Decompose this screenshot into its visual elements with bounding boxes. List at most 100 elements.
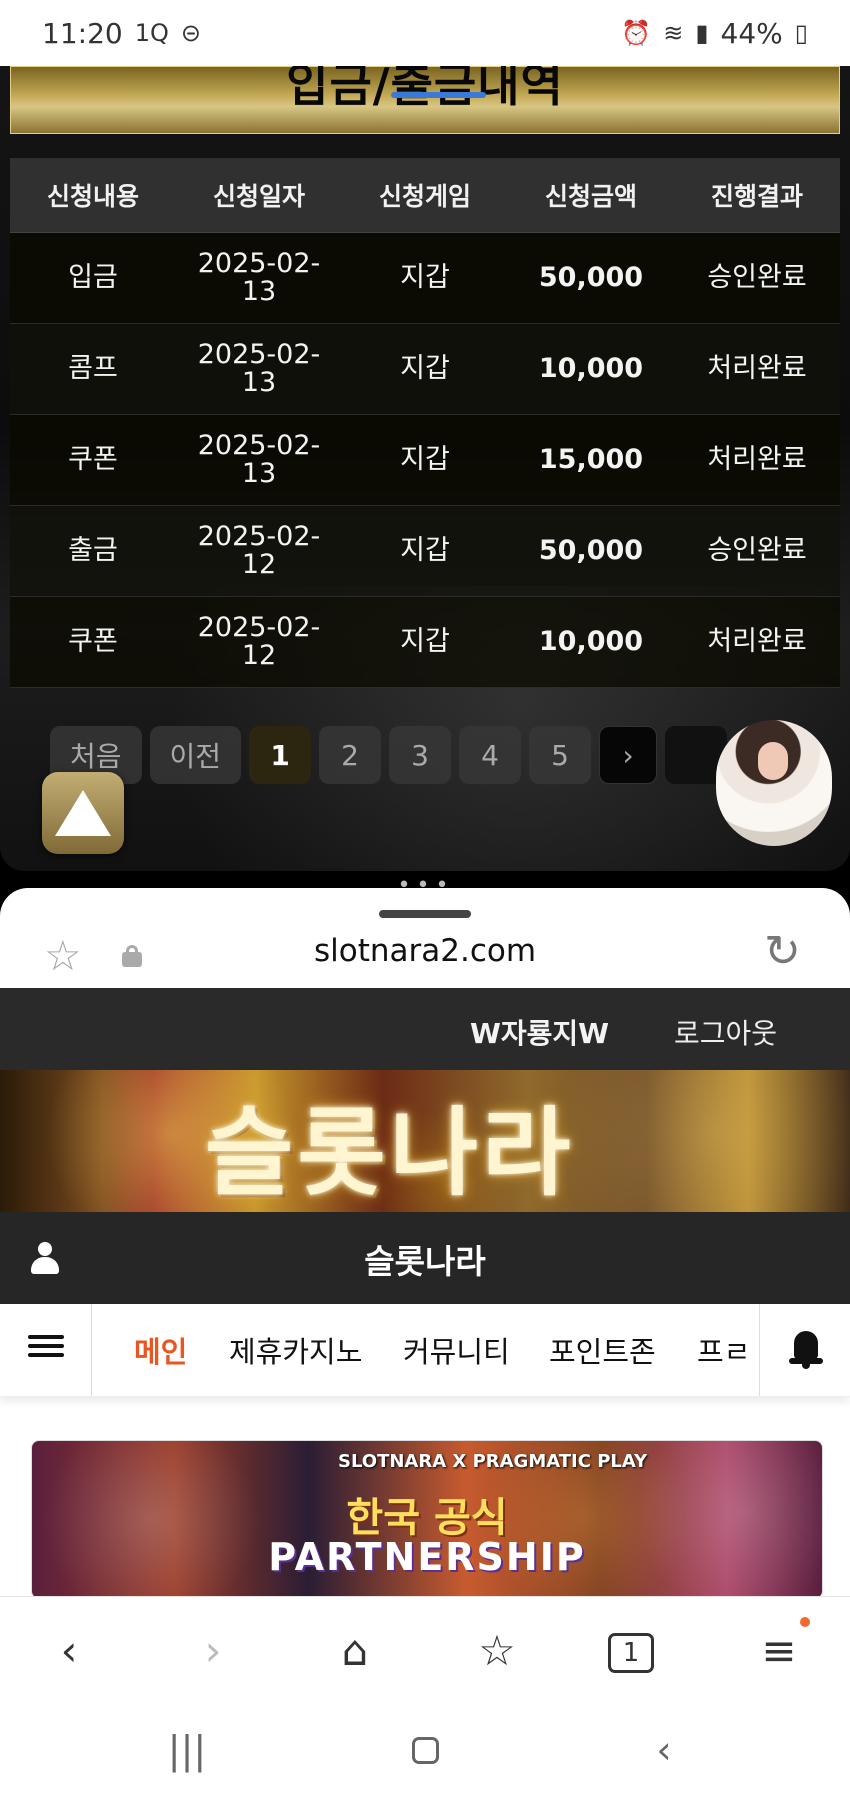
back-icon[interactable]: ‹ bbox=[40, 1621, 98, 1679]
page-1-button[interactable]: 1 bbox=[249, 726, 312, 784]
bell-clapper bbox=[802, 1364, 810, 1369]
cell-type: 쿠폰 bbox=[10, 414, 176, 506]
popup-title: 입금/출금내역 bbox=[286, 66, 564, 112]
bell-top bbox=[794, 1331, 818, 1359]
nav-divider-left bbox=[91, 1304, 92, 1396]
page-4-button[interactable]: 4 bbox=[459, 726, 522, 784]
logout-link[interactable]: 로그아웃 bbox=[674, 1012, 777, 1052]
partner-brand: SLOTNARA X PRAGMATIC PLAY bbox=[338, 1451, 648, 1472]
minus-circle-icon: ⊝ bbox=[180, 19, 201, 47]
cell-amount: 10,000 bbox=[508, 323, 674, 415]
header-request-type: 신청내용 bbox=[10, 158, 176, 233]
cell-game: 지갑 bbox=[342, 414, 508, 506]
cell-type: 콤프 bbox=[10, 323, 176, 415]
title-highlight bbox=[391, 92, 486, 98]
cell-date: 2025-02- 13 bbox=[176, 414, 342, 506]
header-request-result: 진행결과 bbox=[674, 158, 840, 233]
cell-amount: 50,000 bbox=[508, 232, 674, 324]
signal-icon: ▮ bbox=[695, 19, 709, 47]
home-square-icon bbox=[411, 1736, 439, 1764]
page-3-button[interactable]: 3 bbox=[389, 726, 452, 784]
browser-bottom-bar: ‹ › ⌂ ☆ 1 ≡ ||| ‹ bbox=[0, 1596, 850, 1795]
hamburger-menu-icon[interactable] bbox=[28, 1330, 64, 1366]
partnership-banner[interactable]: SLOTNARA X PRAGMATIC PLAY 한국 공식 PARTNERS… bbox=[31, 1440, 823, 1599]
address-bar: ☆ slotnara2.com ↻ bbox=[0, 913, 850, 988]
cell-type: 입금 bbox=[10, 232, 176, 324]
url-text[interactable]: slotnara2.com bbox=[0, 933, 850, 969]
user-bar: W자룡지W 로그아웃 bbox=[0, 988, 850, 1070]
avatar-face-icon bbox=[758, 742, 788, 780]
battery-icon: ▯ bbox=[794, 19, 808, 47]
bookmarks-icon[interactable]: ☆ bbox=[468, 1621, 526, 1679]
one-q-icon: 1Q bbox=[134, 19, 169, 47]
status-bar: 11:20 1Q ⊝ ⏰ ≋ ▮ 44% ▯ bbox=[0, 0, 850, 66]
username: W자룡지W bbox=[470, 1017, 610, 1050]
site-title-bar: 슬롯나라 bbox=[0, 1212, 850, 1304]
status-right: ⏰ ≋ ▮ 44% ▯ bbox=[621, 17, 808, 50]
notification-bell-icon[interactable] bbox=[789, 1331, 823, 1369]
chat-avatar-button[interactable] bbox=[716, 720, 832, 846]
cell-amount: 10,000 bbox=[508, 596, 674, 688]
home-icon[interactable]: ⌂ bbox=[326, 1621, 384, 1679]
previous-page-button[interactable]: 이전 bbox=[149, 726, 242, 784]
cell-result: 승인완료 bbox=[674, 232, 840, 324]
recent-apps-icon[interactable]: ||| bbox=[157, 1725, 217, 1775]
nav-divider-right bbox=[759, 1304, 760, 1396]
cell-type: 쿠폰 bbox=[10, 596, 176, 688]
pagination: 처음 이전 1 2 3 4 5 › bbox=[50, 726, 728, 784]
history-popup: 입금/출금내역 신청내용 신청일자 신청게임 신청금액 진행결과 입금 2025… bbox=[0, 66, 850, 871]
table-row: 출금 2025-02- 12 지갑 50,000 승인완료 bbox=[10, 505, 840, 597]
site-banner[interactable]: 슬롯나라 bbox=[0, 1070, 850, 1212]
cell-date: 2025-02- 13 bbox=[176, 323, 342, 415]
cell-amount: 50,000 bbox=[508, 505, 674, 597]
alarm-icon: ⏰ bbox=[621, 19, 652, 47]
table-row: 쿠폰 2025-02- 13 지갑 15,000 처리완료 bbox=[10, 414, 840, 506]
popup-title-band: 입금/출금내역 bbox=[10, 66, 840, 134]
forward-icon[interactable]: › bbox=[184, 1621, 242, 1679]
cell-date: 2025-02- 13 bbox=[176, 232, 342, 324]
cell-result: 처리완료 bbox=[674, 323, 840, 415]
header-request-game: 신청게임 bbox=[342, 158, 508, 233]
up-arrow-icon bbox=[55, 790, 111, 836]
scroll-to-top-button[interactable] bbox=[42, 772, 124, 854]
partner-subtitle: PARTNERSHIP bbox=[268, 1535, 586, 1579]
system-navigation: ||| ‹ bbox=[0, 1705, 850, 1795]
next-page-button[interactable]: › bbox=[599, 726, 658, 784]
nav-point-zone[interactable]: 포인트존 bbox=[549, 1329, 656, 1371]
cell-date: 2025-02- 12 bbox=[176, 505, 342, 597]
battery-percent: 44% bbox=[720, 16, 783, 50]
nav-partner-casino[interactable]: 제휴카지노 bbox=[229, 1329, 362, 1371]
tabs-count: 1 bbox=[622, 1638, 640, 1668]
notification-dot bbox=[800, 1617, 810, 1627]
cell-game: 지갑 bbox=[342, 596, 508, 688]
header-request-amount: 신청금액 bbox=[508, 158, 674, 233]
page-5-button[interactable]: 5 bbox=[529, 726, 592, 784]
cell-amount: 15,000 bbox=[508, 414, 674, 506]
browser-menu-icon[interactable]: ≡ bbox=[750, 1621, 808, 1679]
table-header-row: 신청내용 신청일자 신청게임 신청금액 진행결과 bbox=[10, 158, 840, 233]
nav-more[interactable]: 프ㄹ bbox=[697, 1329, 750, 1371]
cell-type: 출금 bbox=[10, 505, 176, 597]
cell-result: 처리완료 bbox=[674, 414, 840, 506]
history-table: 신청내용 신청일자 신청게임 신청금액 진행결과 입금 2025-02- 13 … bbox=[10, 158, 840, 688]
cell-result: 승인완료 bbox=[674, 505, 840, 597]
refresh-icon[interactable]: ↻ bbox=[764, 926, 801, 977]
tabs-icon[interactable]: 1 bbox=[608, 1633, 654, 1673]
cell-result: 처리완료 bbox=[674, 596, 840, 688]
clock: 11:20 bbox=[42, 16, 123, 50]
table-row: 콤프 2025-02- 13 지갑 10,000 처리완료 bbox=[10, 323, 840, 415]
system-back-icon[interactable]: ‹ bbox=[634, 1725, 694, 1775]
header-request-date: 신청일자 bbox=[176, 158, 342, 233]
home-button-icon[interactable] bbox=[395, 1725, 455, 1775]
nav-main[interactable]: 메인 bbox=[134, 1329, 187, 1371]
cell-game: 지갑 bbox=[342, 232, 508, 324]
table-row: 쿠폰 2025-02- 12 지갑 10,000 처리완료 bbox=[10, 596, 840, 688]
chevron-right-icon: › bbox=[622, 738, 634, 772]
page-2-button[interactable]: 2 bbox=[319, 726, 382, 784]
banner-title: 슬롯나라 bbox=[205, 1097, 575, 1209]
main-nav: 메인 제휴카지노 커뮤니티 포인트존 프ㄹ bbox=[0, 1304, 850, 1397]
status-left: 11:20 1Q ⊝ bbox=[42, 17, 201, 50]
cell-game: 지갑 bbox=[342, 323, 508, 415]
wifi-icon: ≋ bbox=[663, 19, 684, 47]
nav-community[interactable]: 커뮤니티 bbox=[403, 1329, 510, 1371]
